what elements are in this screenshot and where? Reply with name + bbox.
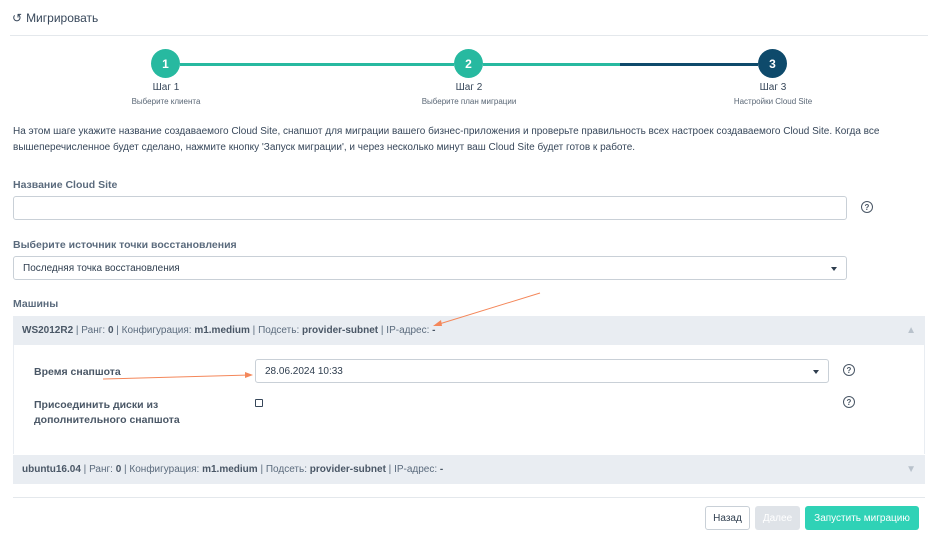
footer-divider — [13, 497, 925, 498]
machine-header-ubuntu[interactable]: ubuntu16.04 | Ранг: 0 | Конфигурация: m1… — [13, 455, 925, 484]
step-line-2-3-active — [620, 63, 758, 66]
restore-source-value: Последняя точка восстановления — [23, 262, 180, 274]
help-icon[interactable]: ? — [843, 396, 855, 408]
help-icon[interactable]: ? — [843, 364, 855, 376]
attach-disks-checkbox[interactable] — [255, 399, 263, 407]
launch-migration-button[interactable]: Запустить миграцию — [805, 506, 919, 530]
page-title: Мигрировать — [26, 11, 99, 25]
help-icon[interactable]: ? — [861, 201, 873, 213]
machine-header-ws2012r2[interactable]: WS2012R2 | Ранг: 0 | Конфигурация: m1.me… — [13, 316, 925, 345]
step-1-title: Шаг 1 — [152, 82, 180, 93]
step-3-title: Шаг 3 — [759, 82, 787, 93]
step-2-circle[interactable]: 2 — [454, 49, 483, 78]
machines-label: Машины — [13, 298, 59, 310]
step-2-title: Шаг 2 — [455, 82, 483, 93]
step-line-2-3 — [483, 63, 623, 66]
restore-source-select[interactable]: Последняя точка восстановления — [13, 256, 847, 280]
step-line-1-2 — [180, 63, 454, 66]
machine-summary: WS2012R2 | Ранг: 0 | Конфигурация: m1.me… — [22, 325, 436, 336]
intro-text: На этом шаге укажите название создаваемо… — [13, 126, 880, 153]
snapshot-time-select[interactable]: 28.06.2024 10:33 — [255, 359, 829, 383]
chevron-up-icon[interactable]: ▲ — [906, 325, 916, 336]
next-button[interactable]: Далее — [755, 506, 800, 530]
step-3-subtitle: Настройки Cloud Site — [733, 97, 813, 106]
step-2-subtitle: Выберите план миграции — [421, 97, 517, 106]
snapshot-time-label: Время снапшота — [34, 366, 121, 378]
machine-summary: ubuntu16.04 | Ранг: 0 | Конфигурация: m1… — [22, 464, 444, 475]
wizard-stepper: 1 Шаг 1 Выберите клиента 2 Шаг 2 Выберит… — [0, 48, 938, 108]
restore-source-label: Выберите источник точки восстановления — [13, 239, 237, 251]
chevron-down-icon[interactable]: ▼ — [906, 464, 916, 475]
caret-down-icon — [831, 267, 837, 271]
header-divider — [10, 35, 928, 36]
caret-down-icon — [813, 370, 819, 374]
step-1-subtitle: Выберите клиента — [131, 97, 201, 106]
attach-disks-label: Присоединить диски из дополнительного сн… — [34, 399, 180, 426]
page-header: ↺ Мигрировать — [12, 11, 98, 25]
step-3-circle[interactable]: 3 — [758, 49, 787, 78]
step-1-circle[interactable]: 1 — [151, 49, 180, 78]
cloud-site-label: Название Cloud Site — [13, 179, 118, 191]
snapshot-time-value: 28.06.2024 10:33 — [265, 365, 343, 377]
back-button[interactable]: Назад — [705, 506, 750, 530]
cloud-site-name-input[interactable] — [13, 196, 847, 220]
undo-icon: ↺ — [12, 11, 23, 25]
